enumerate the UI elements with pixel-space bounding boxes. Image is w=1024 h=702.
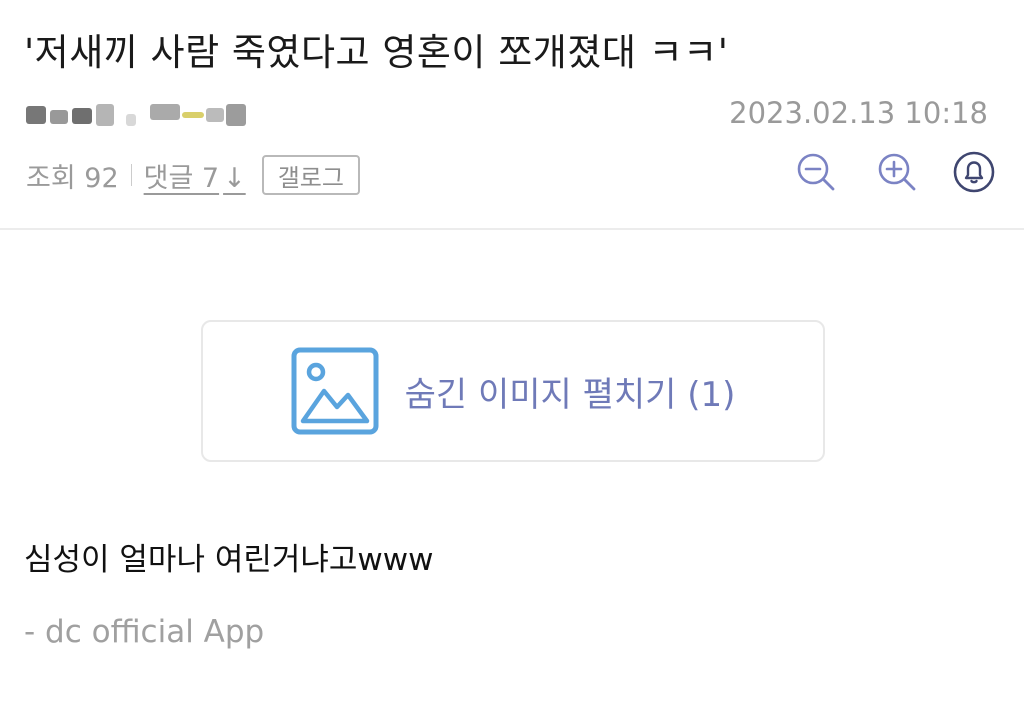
post-title: '저새끼 사람 죽였다고 영혼이 쪼개졌대 ㅋㅋ' (24, 31, 729, 74)
meta-divider (130, 164, 132, 186)
zoom-in-icon[interactable] (875, 150, 919, 194)
post-date: 2023.02.13 10:18 (729, 96, 988, 130)
post-meta: 조회 92 댓글 7 ↓ 갤로그 (26, 155, 360, 195)
bell-icon[interactable] (952, 150, 996, 194)
app-signature: - dc official App (24, 614, 265, 650)
comment-count[interactable]: 댓글 7 (144, 163, 219, 194)
comments-link[interactable]: 댓글 7 ↓ (144, 156, 246, 195)
author-name-blurred[interactable] (26, 98, 246, 134)
view-count: 조회 92 (26, 162, 119, 194)
arrow-down-icon[interactable]: ↓ (223, 163, 246, 194)
header-divider (0, 228, 1024, 230)
show-hidden-images-label: 숨긴 이미지 펼치기 (1) (404, 374, 736, 415)
show-hidden-images-button[interactable]: 숨긴 이미지 펼치기 (1) (201, 320, 825, 462)
post-body: 심성이 얼마나 여린거냐고www (24, 542, 434, 578)
zoom-out-icon[interactable] (794, 150, 838, 194)
gallog-button[interactable]: 갤로그 (261, 155, 360, 195)
image-icon (291, 347, 379, 435)
